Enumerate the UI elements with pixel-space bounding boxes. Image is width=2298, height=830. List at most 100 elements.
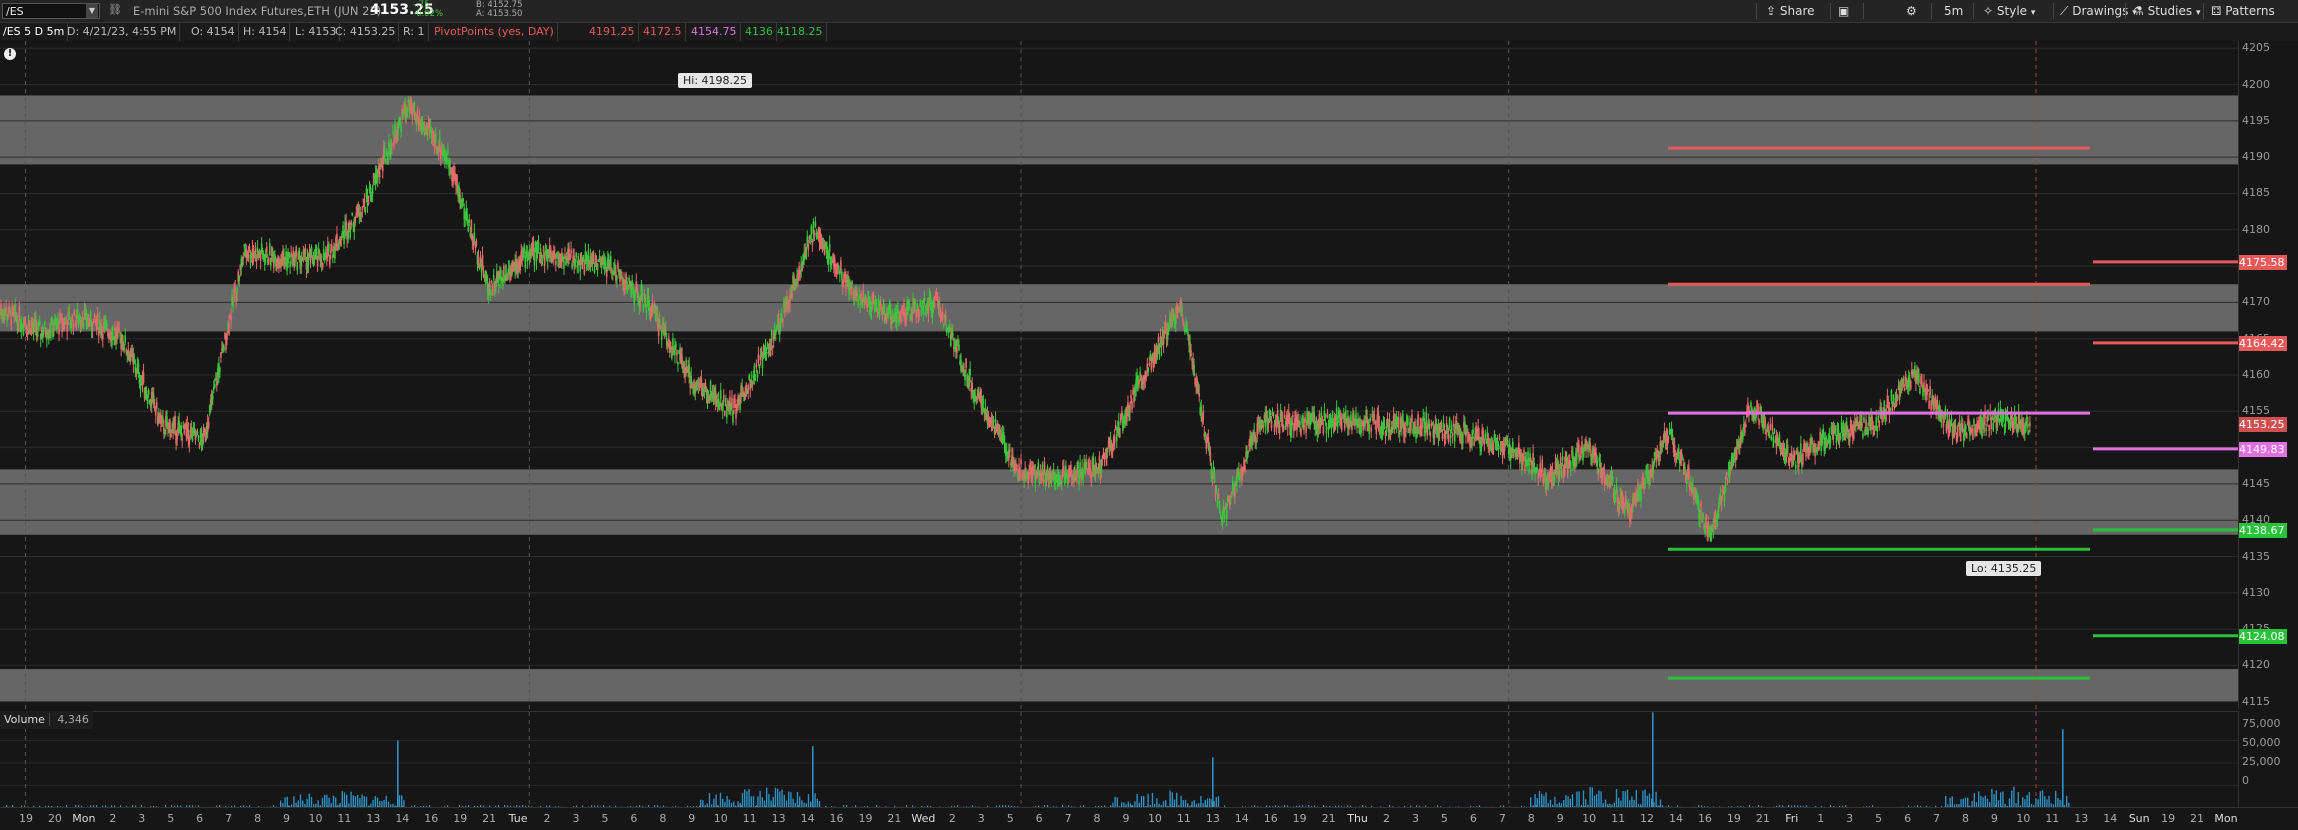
candle-body [1612,476,1614,483]
candle-body [138,363,140,373]
candle-body [9,309,11,313]
bar-open: O: 4154 [188,23,239,41]
flask-icon: ⚗ [2133,4,2144,18]
candle-body [439,138,441,144]
volume-bar [766,788,767,808]
candle-body [1787,445,1789,454]
candle-body [914,301,916,304]
candle-body [1130,395,1132,399]
candle-body [1876,426,1878,432]
volume-bar [781,790,782,808]
volume-bar [715,794,716,808]
candle-body [399,117,401,125]
candle-body [118,328,120,331]
volume-bar [759,791,760,808]
volume-bar [748,789,749,808]
link-icon[interactable]: ⛓ [108,3,122,16]
candle-body [392,131,394,133]
patterns-label: Patterns [2225,4,2274,18]
candle-body [1951,418,1953,424]
candle-body [296,262,298,270]
patterns-button[interactable]: ⚃ Patterns [2211,3,2275,19]
volume-bar [814,793,815,808]
volume-bar [1534,794,1535,808]
candle-body [236,288,238,293]
volume-bar [2000,792,2001,808]
candle-body [555,261,557,265]
candle-body [208,422,210,428]
candle-body [903,303,905,310]
candle-body [1279,424,1281,434]
study-r1: 4172.5 [640,23,686,41]
candle-body [1131,401,1133,409]
price-axis[interactable]: 4205420041954190418541804175417041654160… [2238,41,2298,709]
candle-body [23,325,25,336]
candle-body [1726,473,1728,478]
candle-body [1750,402,1752,406]
candle-body [1484,434,1486,440]
candle-body [675,344,677,347]
candle-body [1891,390,1893,401]
share-label: Share [1780,4,1815,18]
candle-body [385,159,387,164]
candle-body [124,335,126,342]
candle-body [1862,433,1864,437]
style-button[interactable]: ✧ Style ▾ [1983,3,2035,21]
toolbar-divider [1863,3,1864,19]
candle-body [523,245,525,252]
low-callout: Lo: 4135.25 [1966,561,2041,576]
study-name[interactable]: PivotPoints (yes, DAY) [431,23,558,41]
candle-body [5,308,7,312]
candle-body [1273,413,1275,416]
share-button[interactable]: ⇪ Share [1766,3,1815,19]
candle-body [1875,417,1877,425]
candle-body [226,333,228,339]
price-tick: 4195 [2242,114,2270,127]
candle-body [924,298,926,302]
candle-body [993,419,995,422]
candle-body [734,399,736,403]
symbol-dropdown-icon[interactable]: ▼ [86,4,98,18]
settings-button[interactable]: ⚙ [1906,3,1917,19]
candle-body [908,299,910,310]
candle-body [1448,434,1450,442]
candle-body [1966,433,1968,438]
study-s2: 4118.25 [774,23,827,41]
price-chart[interactable] [0,41,2238,709]
candle-body [1271,421,1273,428]
candle-body [1802,453,1804,464]
style-label: Style [1997,4,2027,18]
volume-bar [1136,794,1137,808]
studies-button[interactable]: ⚗ Studies ▾ [2133,3,2200,21]
candle-body [2027,424,2029,428]
candle-body [1890,408,1892,410]
candle-body [7,315,9,318]
candle-body [29,320,31,326]
candle-body [1960,431,1962,442]
volume-bar [1600,791,1601,808]
candle-body [1644,480,1646,488]
alert-icon[interactable]: ! [4,48,16,60]
candle-body [1138,381,1140,384]
candle-body [860,294,862,298]
candle-body [268,259,270,265]
candle-body [148,390,150,395]
volume-bar [775,788,776,808]
volume-bar [768,794,769,808]
candle-body [72,323,74,330]
candle-body [1462,434,1464,443]
candle-body [1472,429,1474,434]
candle-body [1570,462,1572,471]
snapshot-button[interactable]: ▣ [1838,3,1849,19]
candle-body [181,438,183,440]
candle-body [676,350,678,356]
volume-chart[interactable] [0,711,2238,808]
candle-body [1700,503,1702,508]
candle-body [447,150,449,154]
candle-body [1758,420,1760,425]
candle-body [1089,468,1091,472]
candle-body [468,219,470,222]
share-icon: ⇪ [1766,4,1776,18]
timeframe-button[interactable]: 5m [1944,3,1963,19]
candle-body [406,108,408,118]
